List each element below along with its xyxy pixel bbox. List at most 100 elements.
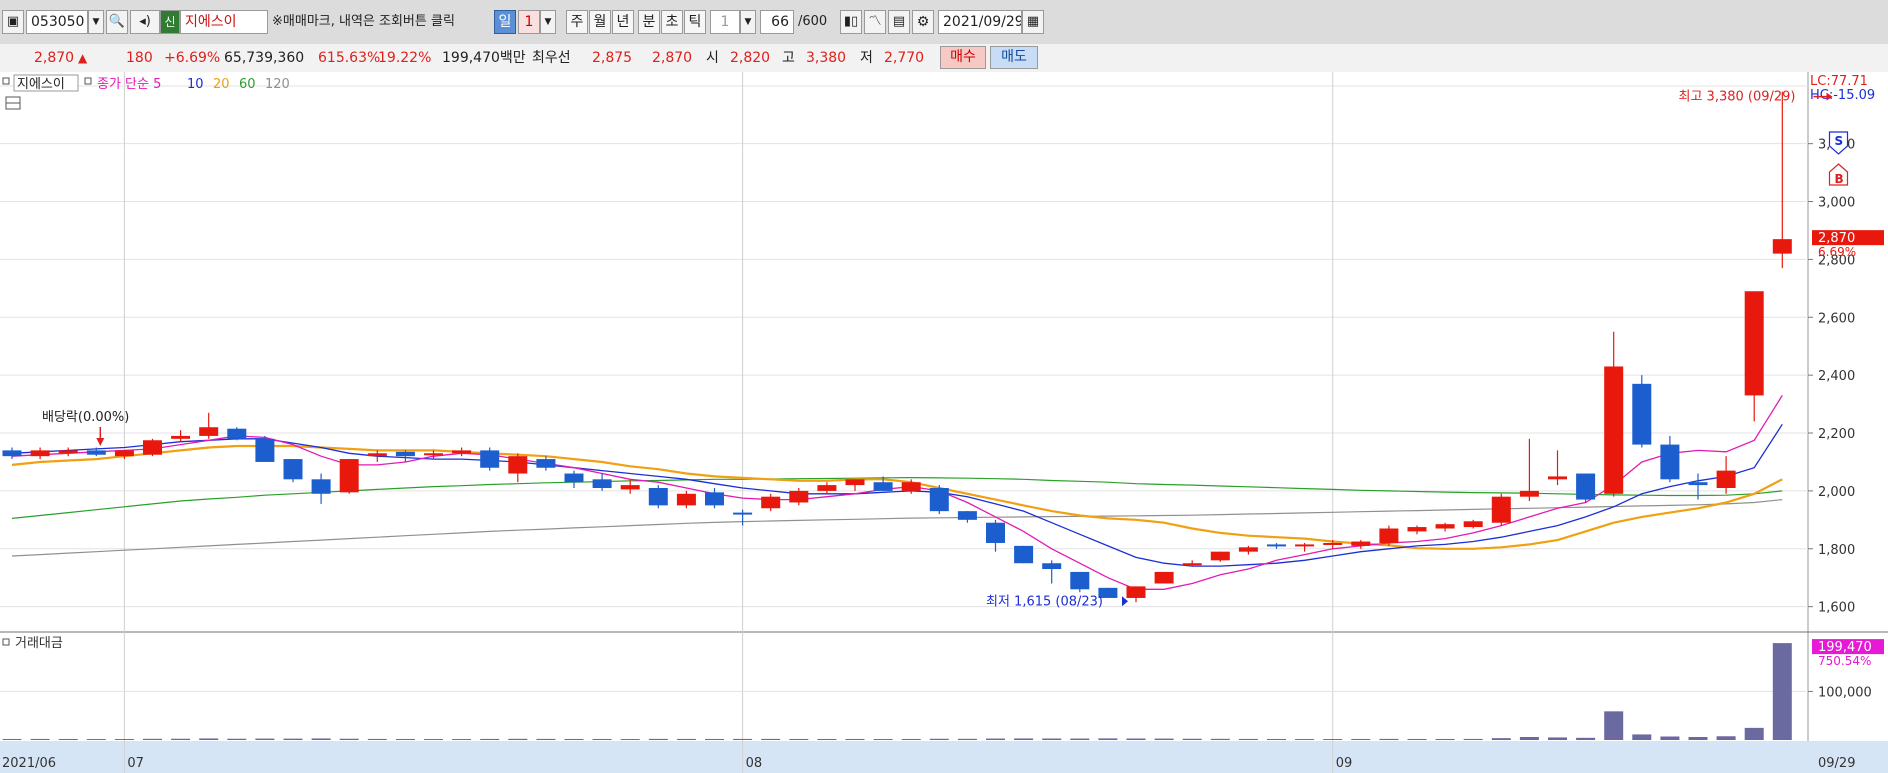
candle-body bbox=[845, 479, 865, 486]
stock-code-input[interactable]: 053050 bbox=[26, 10, 88, 34]
stock-chart: 1,6001,8002,0002,2002,4002,6002,8003,000… bbox=[0, 72, 1888, 773]
candle-body bbox=[564, 473, 584, 483]
high-price: 3,380 bbox=[806, 50, 847, 66]
period-tick-button[interactable]: 틱 bbox=[684, 10, 706, 34]
candle-body bbox=[1688, 482, 1708, 486]
current-price: 2,870 bbox=[34, 50, 75, 66]
volume-bar bbox=[1182, 738, 1202, 740]
volume-bar bbox=[367, 738, 387, 740]
day-multiplier-input[interactable]: 1 bbox=[518, 10, 540, 34]
candle-body bbox=[227, 428, 247, 439]
bar-count-input[interactable]: 66 bbox=[760, 10, 794, 34]
volume-bar bbox=[424, 739, 443, 740]
period-second-button[interactable]: 초 bbox=[661, 10, 683, 34]
volume-bar bbox=[1098, 738, 1118, 740]
turnover-rate: 19.22% bbox=[378, 50, 432, 66]
low-label: 저 bbox=[860, 50, 873, 66]
candle-body bbox=[676, 493, 696, 506]
volume-bar bbox=[1463, 738, 1483, 740]
candle-body bbox=[424, 453, 443, 456]
legend-ma-20: 20 bbox=[213, 77, 230, 92]
candle-body bbox=[1295, 544, 1315, 547]
sell-button[interactable]: 매도 bbox=[990, 46, 1038, 69]
period-minute-button[interactable]: 분 bbox=[638, 10, 660, 34]
volume: 65,739,360 bbox=[224, 50, 305, 66]
price-tick-label: 1,800 bbox=[1818, 543, 1855, 558]
volume-bar bbox=[1716, 736, 1736, 740]
volume-bar bbox=[648, 738, 668, 740]
dividend-annotation: 배당락(0.00%) bbox=[42, 410, 129, 425]
period-year-button[interactable]: 년 bbox=[612, 10, 634, 34]
price-tick-label: 1,600 bbox=[1818, 601, 1855, 616]
candle-body bbox=[873, 482, 893, 491]
multiplier-chevron-icon[interactable]: ▼ bbox=[540, 10, 556, 34]
unit-input[interactable]: 1 bbox=[710, 10, 740, 34]
code-dropdown-chevron-icon[interactable]: ▼ bbox=[88, 10, 104, 34]
open-price: 2,820 bbox=[730, 50, 771, 66]
period-week-button[interactable]: 주 bbox=[566, 10, 588, 34]
price-change: 180 bbox=[126, 50, 153, 66]
candle-body bbox=[1435, 524, 1455, 529]
candle-body bbox=[255, 438, 275, 462]
candle-tool-icon[interactable]: ▮▯ bbox=[840, 10, 862, 34]
volume-bar bbox=[1154, 738, 1174, 740]
gear-icon[interactable]: ⚙ bbox=[912, 10, 934, 34]
candle-body bbox=[592, 479, 612, 488]
candle-body bbox=[1744, 291, 1764, 396]
volume-bar bbox=[620, 739, 640, 740]
candle-body bbox=[1042, 563, 1062, 570]
candle-body bbox=[1379, 528, 1399, 543]
candle-body bbox=[1632, 383, 1652, 445]
candle-body bbox=[1238, 547, 1258, 552]
candle-body bbox=[536, 459, 556, 468]
candle-body bbox=[367, 453, 387, 457]
candle-body bbox=[339, 459, 359, 493]
speaker-icon[interactable]: ◂) bbox=[130, 10, 160, 34]
x-tick-label: 09 bbox=[1336, 756, 1353, 771]
volume-bar bbox=[873, 739, 893, 740]
volume-toggle-icon bbox=[2, 638, 10, 646]
candle-body bbox=[1267, 544, 1286, 547]
candle-body bbox=[1070, 571, 1090, 590]
calendar-icon[interactable]: ▦ bbox=[1022, 10, 1044, 34]
candle-body bbox=[395, 451, 415, 457]
volume-title: 거래대금 bbox=[15, 636, 63, 651]
candle-body bbox=[1210, 551, 1230, 561]
last-price-tag-label: 2,870 bbox=[1818, 231, 1855, 246]
candle-body bbox=[1548, 476, 1567, 480]
buy-button[interactable]: 매수 bbox=[940, 46, 986, 69]
candle-body bbox=[171, 435, 191, 439]
volume-bar bbox=[1407, 738, 1427, 740]
volume-bar bbox=[536, 738, 556, 740]
volume-bar bbox=[986, 738, 1005, 740]
period-day-button[interactable]: 일 bbox=[494, 10, 516, 34]
volume-bar bbox=[1238, 738, 1258, 740]
volume-bar bbox=[508, 738, 528, 740]
save-icon[interactable]: ▤ bbox=[888, 10, 910, 34]
volume-bar bbox=[929, 738, 949, 740]
period-month-button[interactable]: 월 bbox=[589, 10, 611, 34]
trade-amount: 199,470백만 bbox=[442, 50, 526, 66]
search-icon[interactable]: 🔍 bbox=[106, 10, 128, 34]
volume-bar bbox=[705, 738, 724, 740]
chart-toolbar: ▣ 053050 ▼ 🔍 ◂) 신 지에스이 ※매매마크, 내역은 조회버튼 클… bbox=[0, 0, 1888, 45]
volume-bar bbox=[2, 738, 22, 740]
quote-bar: 2,870 ▲ 180 +6.69% 65,739,360 615.63% 19… bbox=[0, 44, 1888, 73]
volume-bar bbox=[452, 739, 472, 740]
volume-bar bbox=[1519, 736, 1539, 740]
price-tick-label: 2,000 bbox=[1818, 485, 1855, 500]
candle-body bbox=[1660, 444, 1680, 480]
unit-chevron-icon[interactable]: ▼ bbox=[740, 10, 756, 34]
legend-stock-name: 지에스이 bbox=[17, 77, 65, 92]
candle-body bbox=[1576, 473, 1596, 500]
date-input[interactable]: 2021/09/29 bbox=[938, 10, 1022, 34]
candle-body bbox=[114, 450, 134, 457]
layout-icon[interactable]: ▣ bbox=[2, 10, 24, 34]
volume-bar bbox=[676, 738, 696, 740]
low-price: 2,770 bbox=[884, 50, 925, 66]
stock-name-field[interactable]: 지에스이 bbox=[180, 10, 268, 34]
line-tool-icon[interactable]: 〽 bbox=[864, 10, 886, 34]
candle-body bbox=[1351, 541, 1371, 546]
candle-body bbox=[2, 450, 22, 457]
volume-bar bbox=[1014, 738, 1034, 740]
